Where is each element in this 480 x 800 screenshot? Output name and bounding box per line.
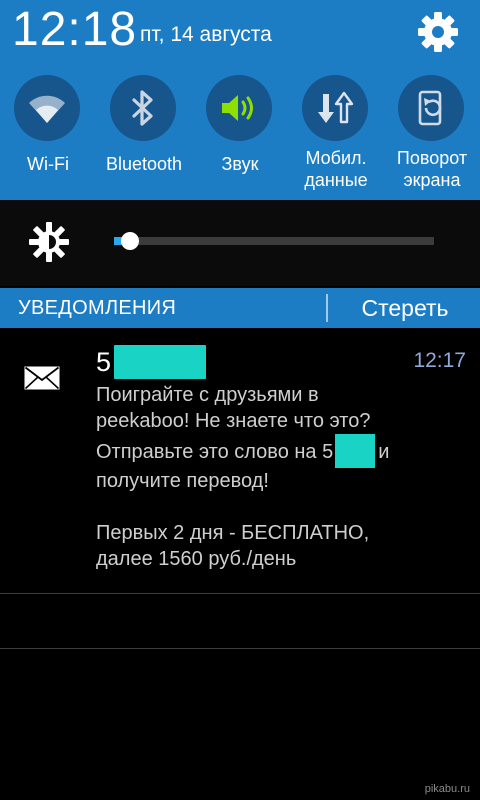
notification-body-spacer: [96, 494, 466, 520]
bluetooth-icon: [132, 90, 153, 126]
notification-sender-prefix: 5: [96, 347, 112, 377]
notification-body-line: Поиграйте с друзьями в: [96, 384, 319, 406]
notification-time: 12:17: [413, 349, 466, 372]
notification-body: Поиграйте с друзьями в peekaboo! Не знае…: [96, 382, 466, 572]
notification-body-line: peekaboo! Не знаете что это?: [96, 410, 371, 432]
notification-body-line: Первых 2 дня - БЕСПЛАТНО,: [96, 522, 370, 544]
settings-button[interactable]: [414, 8, 462, 56]
tile-wifi-label: Wi-Fi: [27, 154, 69, 174]
tile-bluetooth-label: Bluetooth: [105, 154, 183, 174]
watermark: pikabu.ru: [424, 783, 470, 795]
tile-rotation-circle: [398, 75, 464, 141]
notification-body-text: Отправьте это слово на 5: [96, 441, 334, 463]
divider: [0, 593, 480, 594]
data-transfer-icon: [318, 91, 354, 124]
notifications-title: УВЕДОМЛЕНИЯ: [18, 297, 177, 319]
tile-sound-label: Звук: [221, 154, 259, 174]
notification-sender: 5: [96, 344, 207, 380]
gear-icon: [418, 12, 458, 52]
tile-sound[interactable]: Звук: [192, 75, 288, 199]
brightness-icon: [29, 222, 69, 262]
tile-bluetooth[interactable]: Bluetooth: [96, 75, 192, 199]
divider: [0, 648, 480, 649]
envelope-icon: [24, 366, 60, 390]
notification-body-line: далее 1560 руб./день: [96, 548, 297, 570]
notification-item[interactable]: 5 12:17 Поиграйте с друзьями в peekaboo!…: [0, 330, 480, 592]
header-divider: [326, 294, 328, 322]
notification-body-text: и: [378, 441, 390, 463]
tile-rotation-label: Поворот экрана: [396, 148, 468, 190]
tile-mobile-data-label: Мобил. данные: [304, 148, 368, 190]
speaker-icon: [222, 95, 253, 121]
brightness-slider[interactable]: [114, 232, 434, 250]
tile-rotation[interactable]: Поворот экрана: [384, 75, 480, 199]
wifi-icon: [29, 95, 65, 123]
tile-wifi[interactable]: Wi-Fi: [0, 75, 96, 199]
quick-settings-panel: 12:18 пт, 14 августа Wi-Fi Bluetooth Зву…: [0, 0, 480, 200]
status-date: пт, 14 августа: [140, 23, 272, 46]
notifications-header: УВЕДОМЛЕНИЯ Стереть: [0, 288, 480, 328]
tile-wifi-circle: [14, 75, 80, 141]
tile-sound-circle: [206, 75, 272, 141]
tile-mobile-data[interactable]: Мобил. данные: [288, 75, 384, 199]
clear-notifications-button[interactable]: Стереть: [330, 288, 480, 328]
notification-body-line: Отправьте это слово на 5 и: [96, 434, 466, 468]
notification-shade: 12:18 пт, 14 августа Wi-Fi Bluetooth Зву…: [0, 0, 480, 800]
brightness-row: [0, 200, 480, 286]
brightness-slider-thumb[interactable]: [121, 232, 139, 250]
number-redaction: [335, 434, 376, 468]
tile-mobile-data-circle: [302, 75, 368, 141]
screen-rotation-icon: [418, 90, 442, 126]
tile-bluetooth-circle: [110, 75, 176, 141]
status-clock: 12:18: [12, 3, 138, 56]
sender-redaction: [114, 345, 207, 379]
notification-body-line: получите перевод!: [96, 470, 269, 492]
